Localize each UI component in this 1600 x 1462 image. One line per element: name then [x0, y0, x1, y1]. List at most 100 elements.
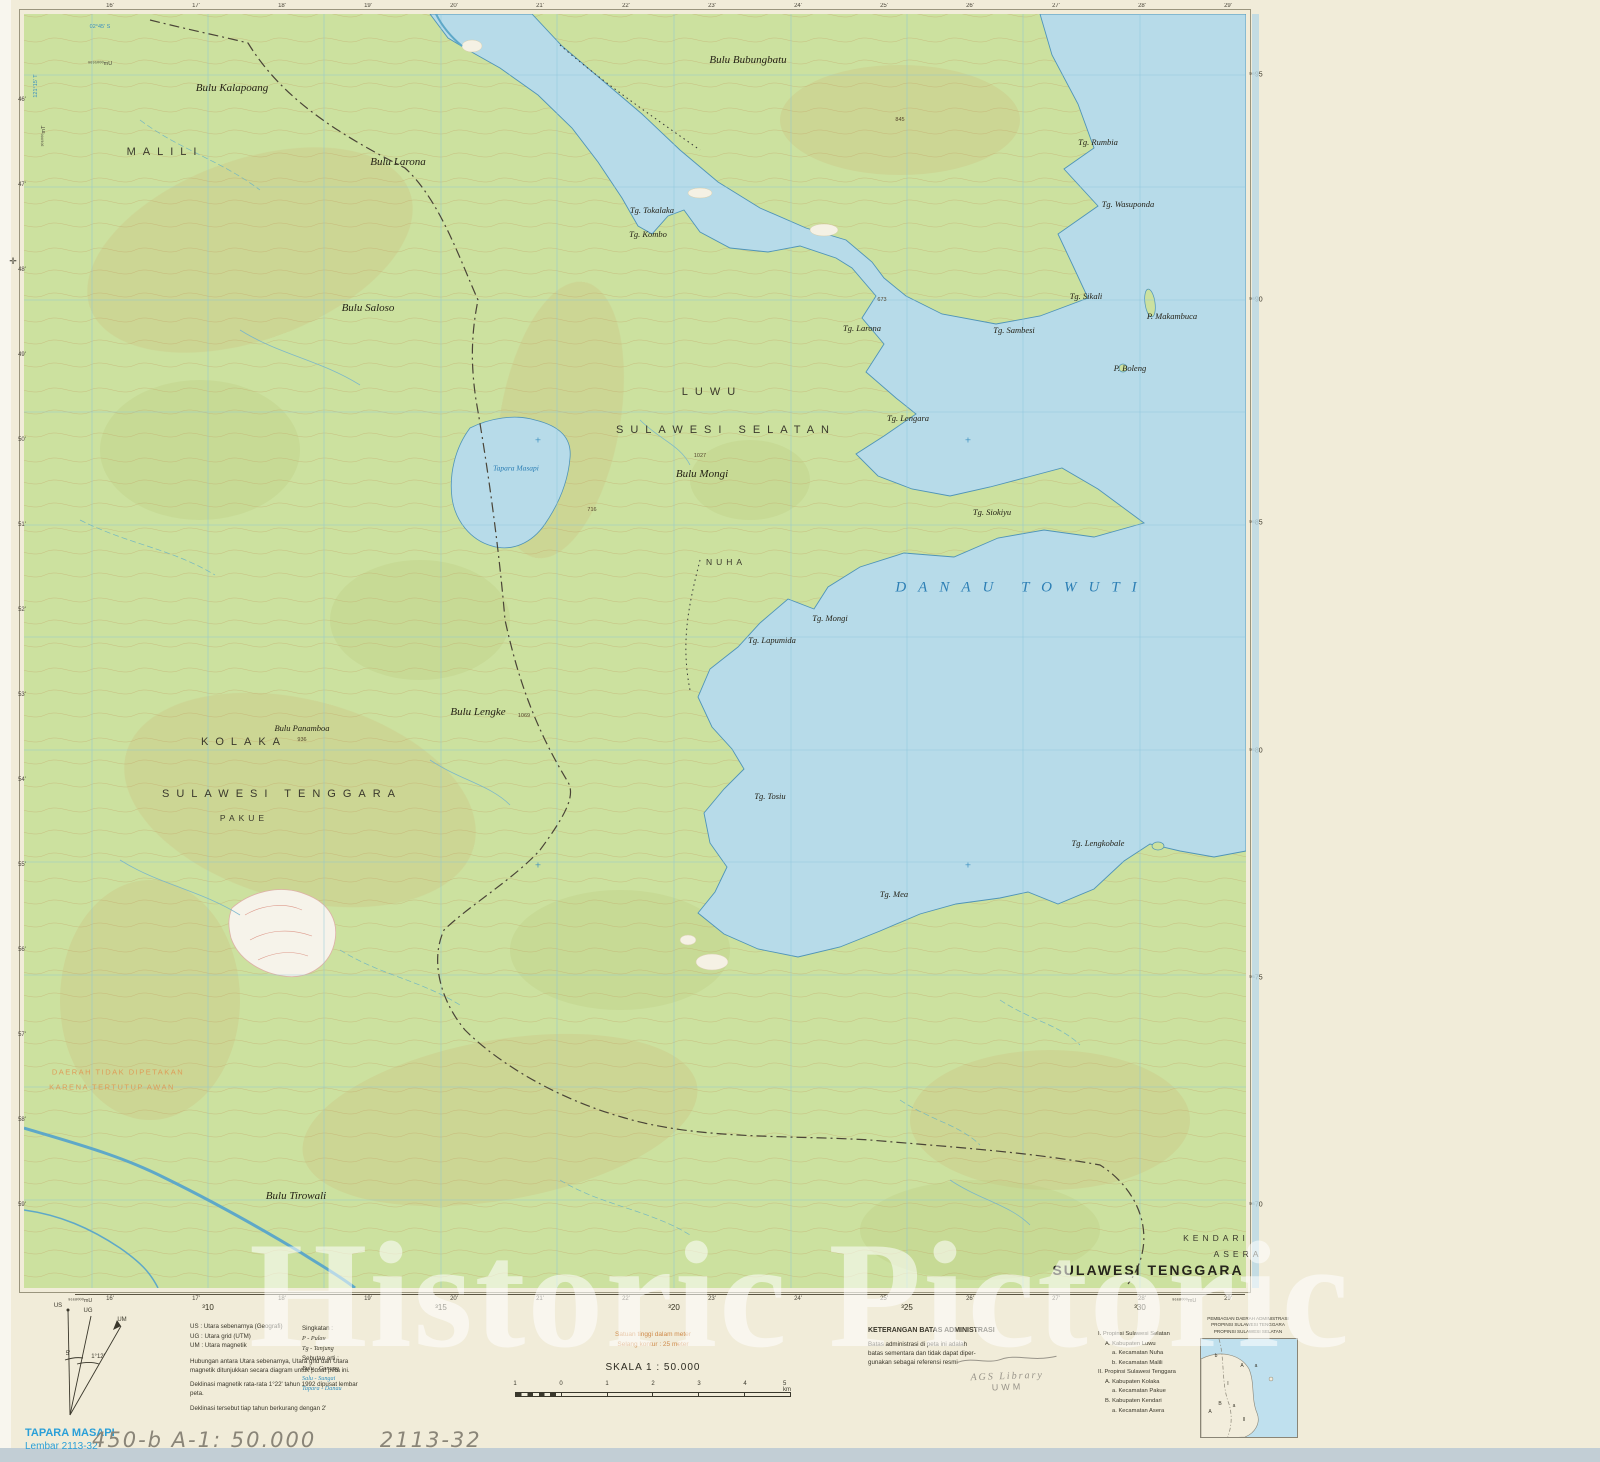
abbreviations-block: Singkatan :P - PulauTg - TanjungSebutan … — [302, 1324, 342, 1393]
abbreviation-line: Tapara - Danau — [302, 1384, 342, 1394]
map-label: P. Makambuca — [1147, 311, 1197, 321]
map-label: 1027 — [694, 453, 706, 459]
utm-easting-label: ³10 — [202, 1303, 214, 1312]
administrative-divisions-list: I. Propinsi Sulawesi SelatanA. Kabupaten… — [1098, 1330, 1176, 1416]
admin-division-item: II. Propinsi Sulawesi Tenggara — [1098, 1368, 1176, 1378]
map-label: ³⁰⁶⁰⁰⁰mT — [41, 126, 47, 147]
map-label: Tg. Siokiyu — [973, 507, 1011, 517]
minute-tick-label: 21' — [536, 1296, 544, 1302]
minute-tick-label: 17' — [192, 1296, 200, 1302]
minute-tick-label: 20' — [450, 1296, 458, 1302]
minute-tick-label: 53' — [18, 692, 26, 698]
declination-label: 1°12' — [91, 1354, 105, 1360]
scale-bar-number: 1 — [513, 1381, 516, 1387]
minute-tick-label: 57' — [18, 1032, 26, 1038]
map-label: ⁹⁶⁹⁵⁰⁰⁰mU — [88, 61, 112, 67]
minute-tick-label: 26' — [966, 3, 974, 9]
map-label: Tg. Larona — [843, 323, 881, 333]
minute-tick-label: 56' — [18, 947, 26, 953]
map-label: + — [965, 436, 972, 445]
abbreviation-line: Bulu - Gunung — [302, 1364, 342, 1374]
map-label: KENDARI — [1183, 1233, 1249, 1243]
unit-note-line: Selang kontur : 25 meter — [515, 1340, 791, 1350]
handwritten-call-number: 450-b A-1: 50.000 — [92, 1428, 316, 1452]
scale-bar-number: 4 — [743, 1381, 746, 1387]
minute-tick-label: 50' — [18, 437, 26, 443]
map-label: Bulu Saloso — [342, 302, 395, 314]
map-label: Tg. Tokalaka — [630, 205, 674, 215]
note-line: Batas administrasi di peta ini adalah — [868, 1341, 1048, 1350]
inset-letter: A — [1240, 1363, 1243, 1369]
map-label: 716 — [587, 507, 596, 513]
scale-bar-number: 0 — [559, 1381, 562, 1387]
minute-tick-label: 29' — [1224, 1296, 1232, 1302]
map-label: Bulu Panamboa — [274, 723, 329, 733]
utm-easting-label: ³20 — [668, 1303, 680, 1312]
map-label: 845 — [895, 117, 904, 123]
inset-letter: a — [1233, 1403, 1236, 1409]
scale-bar-number: 1 — [605, 1381, 608, 1387]
declination-diagram — [25, 1300, 185, 1430]
map-label: ASERA — [1214, 1249, 1263, 1259]
scale-bar-segment — [607, 1393, 653, 1396]
admin-division-item: A. Kabupaten Luwu — [1098, 1340, 1176, 1350]
minute-tick-label: 19' — [364, 3, 372, 9]
fold-band — [1252, 14, 1259, 1288]
minute-tick-label: 59' — [18, 1202, 26, 1208]
handwritten-sheet-number: 2113-32 — [380, 1428, 482, 1452]
admin-division-item: a. Kecamatan Asera — [1098, 1407, 1176, 1417]
map-label: MALILI — [127, 146, 204, 158]
inset-letter: II — [1243, 1417, 1246, 1423]
admin-inset-title-line: PROPINSI SULAWESI SELATAN — [1194, 1329, 1302, 1335]
north-definitions: US : Utara sebenarnya (Geografi)UG : Uta… — [190, 1322, 370, 1351]
minute-tick-label: 29' — [1224, 3, 1232, 9]
minute-tick-label: 25' — [880, 1296, 888, 1302]
abbreviation-line: P - Pulau — [302, 1334, 342, 1344]
map-label: Tapara Masapi — [493, 464, 539, 473]
map-label: Tg. Lapumida — [748, 635, 796, 645]
admin-division-item: A. Kabupaten Kolaka — [1098, 1378, 1176, 1388]
map-label: SULAWESI TENGGARA — [1052, 1262, 1243, 1278]
minute-tick-label: 17' — [192, 3, 200, 9]
map-label: Tg. Mea — [880, 889, 908, 899]
abbreviation-line: Salu - Sungai — [302, 1374, 342, 1384]
bottom-edge-ruler — [75, 1294, 1245, 1295]
map-label: DAERAH TIDAK DIPETAKAN — [52, 1068, 184, 1077]
inset-letter: I — [1227, 1381, 1228, 1387]
contour-unit-note: Satuan tinggi dalam meterSelang kontur :… — [515, 1330, 791, 1351]
utm-easting-label: ³30 — [1134, 1303, 1146, 1312]
minute-tick-label: 18' — [278, 3, 286, 9]
minute-tick-label: 24' — [794, 3, 802, 9]
minute-tick-label: 55' — [18, 862, 26, 868]
map-label: Tg. Mongi — [812, 613, 847, 623]
map-label: Bulu Larona — [370, 156, 426, 168]
map-label: SULAWESI SELATAN — [616, 424, 836, 436]
scale-bar-segment — [561, 1393, 607, 1396]
scale-bar-segment — [698, 1393, 744, 1396]
map-label: Tg. Sikali — [1070, 291, 1103, 301]
scale-bar — [515, 1392, 791, 1397]
minute-tick-label: 49' — [18, 352, 26, 358]
map-label: Bulu Kalapoang — [196, 82, 268, 94]
scale-bar-number: 3 — [697, 1381, 700, 1387]
minute-tick-label: 52' — [18, 607, 26, 613]
corner-utm-label: ⁹⁶⁶⁸⁰⁰⁰mU — [1172, 1298, 1196, 1304]
admin-division-item: B. Kabupaten Kendari — [1098, 1397, 1176, 1407]
admin-division-item: a. Kecamatan Nuha — [1098, 1349, 1176, 1359]
scale-bar-segment — [744, 1393, 790, 1396]
unit-note-line: Satuan tinggi dalam meter — [515, 1330, 791, 1340]
map-label: KARENA TERTUTUP AWAN — [49, 1083, 175, 1092]
map-label: + — [965, 861, 972, 870]
map-label: 121°15' T — [33, 74, 39, 97]
map-label: Bulu Tirowali — [266, 1190, 326, 1202]
minute-tick-label: 18' — [278, 1296, 286, 1302]
admin-division-item: b. Kecamatan Malili — [1098, 1359, 1176, 1369]
scale-bar-number: 2 — [651, 1381, 654, 1387]
minute-tick-label: 22' — [622, 1296, 630, 1302]
north-definition-line: UG : Utara grid (UTM) — [190, 1332, 370, 1342]
map-label: PAKUE — [220, 813, 268, 823]
abbreviation-line: Tg - Tanjung — [302, 1344, 342, 1354]
utm-easting-label: ³15 — [435, 1303, 447, 1312]
minute-tick-label: 28' — [1138, 3, 1146, 9]
map-label: SULAWESI TENGGARA — [162, 788, 402, 800]
